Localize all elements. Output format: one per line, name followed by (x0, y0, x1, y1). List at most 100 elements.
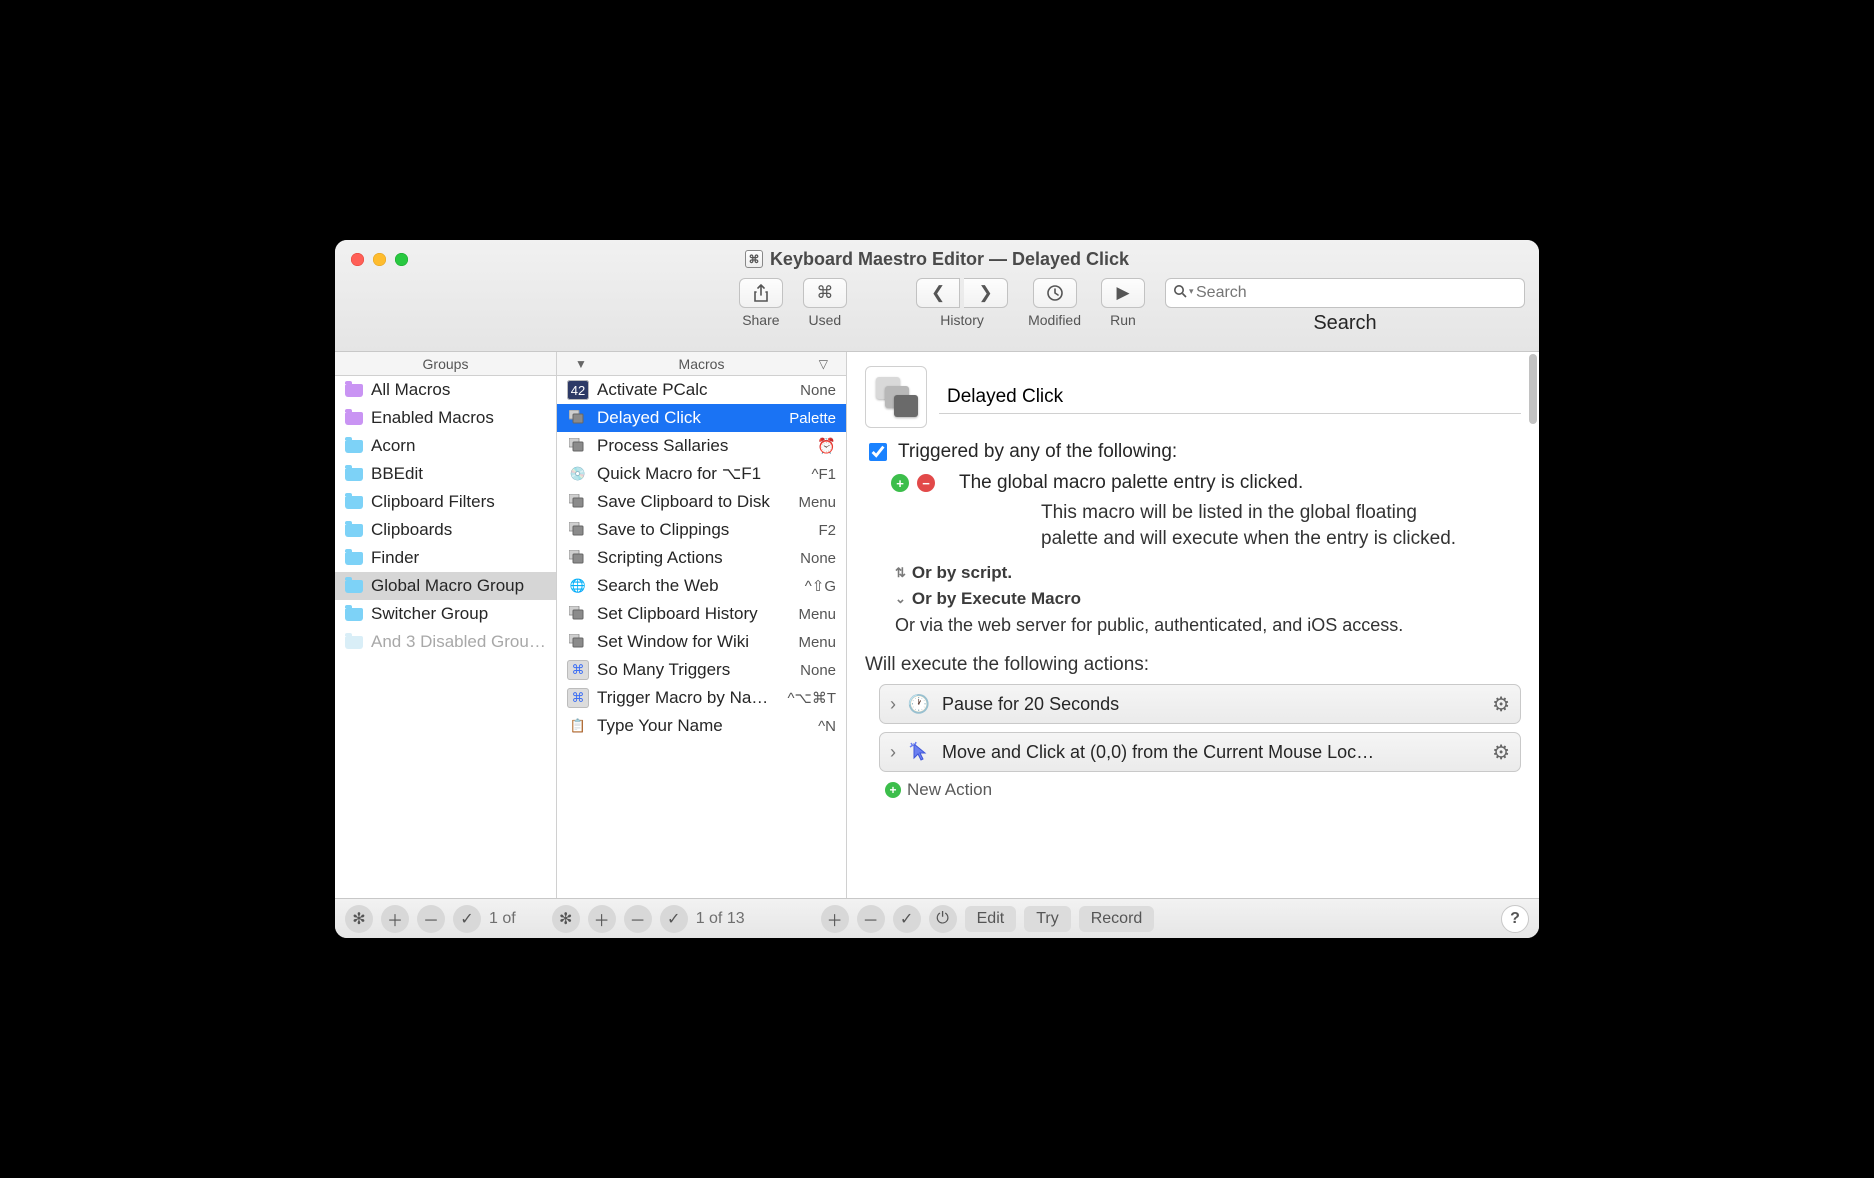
macro-row[interactable]: Set Window for WikiMenu (557, 628, 846, 656)
macro-row[interactable]: Save Clipboard to Disk Menu (557, 488, 846, 516)
macro-row[interactable]: 📋Type Your Name^N (557, 712, 846, 740)
action-row[interactable]: ›🕐Pause for 20 Seconds⚙ (879, 684, 1521, 724)
macro-name: Activate PCalc (597, 380, 792, 400)
actions-footer-controls: ＋ － ✓ ⏻ Edit Try Record (821, 905, 1155, 933)
action-icon (906, 739, 932, 765)
run-button[interactable]: ▶ (1101, 278, 1145, 308)
group-row[interactable]: BBEdit (335, 460, 556, 488)
actions-remove-button[interactable]: － (857, 905, 885, 933)
macro-icon: 💿 (567, 464, 589, 484)
used-button[interactable]: ⌘ (803, 278, 847, 308)
new-action-button[interactable]: + New Action (885, 780, 1521, 800)
macros-remove-button[interactable]: － (624, 905, 652, 933)
group-row[interactable]: Clipboard Filters (335, 488, 556, 516)
macro-name: Process Sallaries (597, 436, 809, 456)
groups-header[interactable]: Groups (335, 352, 556, 376)
macro-icon: 42 (567, 380, 589, 400)
macros-add-button[interactable]: ＋ (588, 905, 616, 933)
group-row[interactable]: Finder (335, 544, 556, 572)
group-row[interactable]: Enabled Macros (335, 404, 556, 432)
group-row[interactable]: And 3 Disabled Groups (335, 628, 556, 656)
macro-row[interactable]: 🌐Search the Web^⇧G (557, 572, 846, 600)
folder-icon (345, 468, 363, 481)
macros-enable-button[interactable]: ✓ (660, 905, 688, 933)
help-button[interactable]: ? (1501, 905, 1529, 933)
history-back-button[interactable]: ❮ (916, 278, 960, 308)
macro-large-icon[interactable] (865, 366, 927, 428)
disclosure-icon[interactable]: › (890, 694, 896, 715)
macro-row[interactable]: Process Sallaries⏰ (557, 432, 846, 460)
groups-column: Groups All MacrosEnabled Macros Acorn BBEd… (335, 352, 557, 898)
detail-scroll[interactable]: Triggered by any of the following: + − T… (847, 352, 1539, 898)
groups-remove-button[interactable]: － (417, 905, 445, 933)
actions-power-button[interactable]: ⏻ (929, 905, 957, 933)
modified-button[interactable] (1033, 278, 1077, 308)
group-row[interactable]: Global Macro Group (335, 572, 556, 600)
try-button[interactable]: Try (1024, 906, 1071, 932)
macro-icon: ⌘ (567, 660, 589, 680)
groups-gear-button[interactable]: ✻ (345, 905, 373, 933)
macro-name: Set Window for Wiki (597, 632, 790, 652)
app-icon: ⌘ (745, 250, 763, 268)
group-row[interactable]: Switcher Group (335, 600, 556, 628)
macro-row[interactable]: Set Clipboard HistoryMenu (557, 600, 846, 628)
triggered-label: Triggered by any of the following: (898, 441, 1177, 463)
macro-name-input[interactable] (939, 380, 1521, 414)
macro-row[interactable]: Save to ClippingsF2 (557, 516, 846, 544)
search-input[interactable] (1165, 278, 1525, 308)
macro-shortcut: ^F1 (811, 466, 836, 483)
group-name: Acorn (371, 436, 546, 456)
group-row[interactable]: Acorn (335, 432, 556, 460)
disclosure-icon[interactable]: › (890, 742, 896, 763)
macro-icon (567, 492, 589, 512)
group-name: Clipboards (371, 520, 546, 540)
history-fwd-button[interactable]: ❯ (964, 278, 1008, 308)
folder-icon (345, 608, 363, 621)
triggered-checkbox-row[interactable]: Triggered by any of the following: (865, 440, 1521, 464)
folder-icon (345, 636, 363, 649)
macro-icon (567, 436, 589, 456)
actions-enable-button[interactable]: ✓ (893, 905, 921, 933)
groups-enable-button[interactable]: ✓ (453, 905, 481, 933)
group-row[interactable]: All Macros (335, 376, 556, 404)
trigger-description: This macro will be listed in the global … (1041, 500, 1521, 551)
macro-icon: 📋 (567, 716, 589, 736)
trigger-line: The global macro palette entry is clicke… (959, 472, 1303, 494)
gear-icon[interactable]: ⚙ (1492, 692, 1510, 717)
group-name: BBEdit (371, 464, 546, 484)
macro-row[interactable]: ⌘So Many TriggersNone (557, 656, 846, 684)
macro-row[interactable]: Scripting ActionsNone (557, 544, 846, 572)
macro-header (865, 366, 1521, 428)
run-group: ▶ Run (1101, 278, 1145, 328)
macro-row[interactable]: Delayed ClickPalette (557, 404, 846, 432)
share-button[interactable] (739, 278, 783, 308)
macro-name: Save Clipboard to Disk (597, 492, 790, 512)
triggered-checkbox[interactable] (869, 443, 887, 461)
or-by-execute-toggle[interactable]: ⌄ Or by Execute Macro (895, 589, 1521, 609)
macros-gear-button[interactable]: ✻ (552, 905, 580, 933)
edit-button[interactable]: Edit (965, 906, 1017, 932)
scrollbar[interactable] (1529, 354, 1537, 424)
search-group: ▾ Search (1165, 278, 1525, 335)
group-row[interactable]: Clipboards (335, 516, 556, 544)
add-trigger-button[interactable]: + (891, 474, 909, 492)
plus-icon: + (885, 782, 901, 798)
groups-add-button[interactable]: ＋ (381, 905, 409, 933)
folder-icon (345, 440, 363, 453)
action-row[interactable]: ›Move and Click at (0,0) from the Curren… (879, 732, 1521, 772)
remove-trigger-button[interactable]: − (917, 474, 935, 492)
macro-name: Save to Clippings (597, 520, 810, 540)
macro-row[interactable]: ⌘Trigger Macro by Na…^⌥⌘T (557, 684, 846, 712)
macro-row[interactable]: 42Activate PCalcNone (557, 376, 846, 404)
gear-icon[interactable]: ⚙ (1492, 740, 1510, 765)
macro-shortcut: Menu (798, 494, 836, 511)
macro-row[interactable]: 💿Quick Macro for ⌥F1^F1 (557, 460, 846, 488)
record-button[interactable]: Record (1079, 906, 1155, 932)
actions-add-button[interactable]: ＋ (821, 905, 849, 933)
used-group: ⌘ Used (803, 278, 847, 328)
search-icon: ▾ (1173, 284, 1194, 298)
folder-icon (345, 552, 363, 565)
or-by-script-toggle[interactable]: ⇅ Or by script. (895, 563, 1521, 583)
group-name: Finder (371, 548, 546, 568)
macros-header[interactable]: ▼ Macros ▽ (557, 352, 846, 376)
